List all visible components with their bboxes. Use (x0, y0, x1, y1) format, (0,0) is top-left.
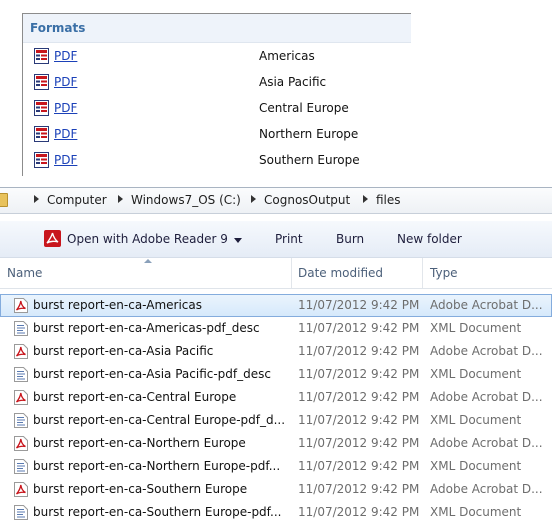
pdf-file-icon (14, 436, 28, 451)
xml-file-icon (14, 413, 28, 428)
chevron-right-icon[interactable] (251, 195, 256, 203)
file-row[interactable]: burst report-en-ca-Asia Pacific-pdf_desc… (0, 363, 552, 386)
region-label: Central Europe (259, 101, 349, 115)
file-type: Adobe Acrobat D... (430, 298, 543, 312)
file-date-modified: 11/07/2012 9:42 PM (298, 367, 420, 381)
command-bar: Open with Adobe Reader 9 Print Burn New … (0, 221, 552, 258)
file-name: burst report-en-ca-Americas (33, 298, 202, 312)
region-label: Northern Europe (259, 127, 359, 141)
column-date-modified[interactable]: Date modified (298, 258, 383, 288)
pdf-link[interactable]: PDF (54, 127, 77, 141)
file-row[interactable]: burst report-en-ca-Americas-pdf_desc 11/0… (0, 317, 552, 340)
file-name: burst report-en-ca-Southern Europe (33, 482, 248, 496)
address-bar[interactable]: Computer Windows7_OS (C:) CognosOutput f… (0, 187, 552, 214)
file-row[interactable]: burst report-en-ca-Asia Pacific 11/07/201… (0, 340, 552, 363)
region-label: Asia Pacific (259, 75, 327, 89)
xml-file-icon (14, 459, 28, 474)
file-row[interactable]: burst report-en-ca-Central Europe 11/07/2… (0, 386, 552, 409)
format-row: PDF Central Europe (23, 98, 411, 118)
file-date-modified: 11/07/2012 9:42 PM (298, 505, 420, 519)
open-with-button[interactable]: Open with Adobe Reader 9 (67, 232, 228, 246)
column-header: Name Date modified Type (0, 258, 552, 289)
chevron-right-icon[interactable] (118, 195, 123, 203)
pdf-file-icon (14, 390, 28, 405)
format-row: PDF Northern Europe (23, 124, 411, 144)
file-type: Adobe Acrobat D... (430, 390, 543, 404)
pdf-report-icon[interactable] (34, 48, 49, 64)
chevron-down-icon[interactable] (234, 238, 242, 243)
format-row: PDF Asia Pacific (23, 72, 411, 92)
pdf-file-icon (14, 344, 28, 359)
pdf-report-icon[interactable] (34, 100, 49, 116)
file-type: XML Document (430, 321, 522, 335)
file-name: burst report-en-ca-Southern Europe-pdf..… (33, 505, 282, 519)
sort-up-icon (144, 259, 152, 263)
pdf-link[interactable]: PDF (54, 153, 77, 167)
formats-panel: Formats PDF Americas PDF Asia Pacific PD… (22, 13, 411, 176)
file-name: burst report-en-ca-Northern Europe (33, 436, 246, 450)
file-date-modified: 11/07/2012 9:42 PM (298, 459, 420, 473)
format-row: PDF Southern Europe (23, 150, 411, 170)
file-row[interactable]: burst report-en-ca-Northern Europe-pdf..… (0, 455, 552, 478)
folder-icon (0, 193, 8, 207)
file-name: burst report-en-ca-Asia Pacific (33, 344, 214, 358)
column-type[interactable]: Type (430, 258, 458, 288)
file-type: XML Document (430, 367, 522, 381)
xml-file-icon (14, 321, 28, 336)
breadcrumb-drive[interactable]: Windows7_OS (C:) (131, 193, 241, 207)
file-name: burst report-en-ca-Central Europe-pdf_d.… (33, 413, 286, 427)
format-row: PDF Americas (23, 46, 411, 66)
file-row[interactable]: burst report-en-ca-Northern Europe 11/07/… (0, 432, 552, 455)
region-label: Americas (259, 49, 315, 63)
breadcrumb-files[interactable]: files (376, 193, 401, 207)
pdf-link[interactable]: PDF (54, 75, 77, 89)
file-name: burst report-en-ca-Northern Europe-pdf..… (33, 459, 281, 473)
breadcrumb-cognos-output[interactable]: CognosOutput (264, 193, 350, 207)
file-date-modified: 11/07/2012 9:42 PM (298, 413, 420, 427)
xml-file-icon (14, 505, 28, 520)
burn-button[interactable]: Burn (336, 232, 364, 246)
pdf-file-icon (14, 298, 28, 313)
file-row[interactable]: burst report-en-ca-Central Europe-pdf_d.… (0, 409, 552, 432)
file-date-modified: 11/07/2012 9:42 PM (298, 436, 420, 450)
chevron-right-icon[interactable] (363, 195, 368, 203)
explorer-window: Computer Windows7_OS (C:) CognosOutput f… (0, 187, 552, 527)
file-date-modified: 11/07/2012 9:42 PM (298, 344, 420, 358)
column-divider[interactable] (422, 258, 423, 288)
breadcrumb-computer[interactable]: Computer (47, 193, 107, 207)
file-type: XML Document (430, 505, 522, 519)
print-button[interactable]: Print (275, 232, 303, 246)
file-type: Adobe Acrobat D... (430, 482, 543, 496)
pdf-file-icon (14, 482, 28, 497)
file-type: Adobe Acrobat D... (430, 344, 543, 358)
region-label: Southern Europe (259, 153, 360, 167)
file-date-modified: 11/07/2012 9:42 PM (298, 482, 420, 496)
xml-file-icon (14, 367, 28, 382)
new-folder-button[interactable]: New folder (397, 232, 462, 246)
file-row[interactable]: burst report-en-ca-Southern Europe-pdf..… (0, 501, 552, 524)
file-date-modified: 11/07/2012 9:42 PM (298, 321, 420, 335)
pdf-link[interactable]: PDF (54, 49, 77, 63)
column-divider[interactable] (291, 258, 292, 288)
column-name[interactable]: Name (7, 258, 42, 288)
pdf-report-icon[interactable] (34, 126, 49, 142)
file-date-modified: 11/07/2012 9:42 PM (298, 298, 420, 312)
file-name: burst report-en-ca-Central Europe (33, 390, 237, 404)
file-row[interactable]: burst report-en-ca-Southern Europe 11/07/… (0, 478, 552, 501)
file-date-modified: 11/07/2012 9:42 PM (298, 390, 420, 404)
file-type: Adobe Acrobat D... (430, 436, 543, 450)
adobe-reader-icon (44, 230, 61, 247)
pdf-report-icon[interactable] (34, 152, 49, 168)
file-name: burst report-en-ca-Asia Pacific-pdf_desc (33, 367, 271, 381)
pdf-report-icon[interactable] (34, 74, 49, 90)
file-row[interactable]: burst report-en-ca-Americas 11/07/2012 9:… (0, 294, 552, 317)
file-type: XML Document (430, 459, 522, 473)
formats-header: Formats (23, 14, 411, 43)
file-name: burst report-en-ca-Americas-pdf_desc (33, 321, 260, 335)
pdf-link[interactable]: PDF (54, 101, 77, 115)
chevron-right-icon[interactable] (34, 195, 39, 203)
file-type: XML Document (430, 413, 522, 427)
